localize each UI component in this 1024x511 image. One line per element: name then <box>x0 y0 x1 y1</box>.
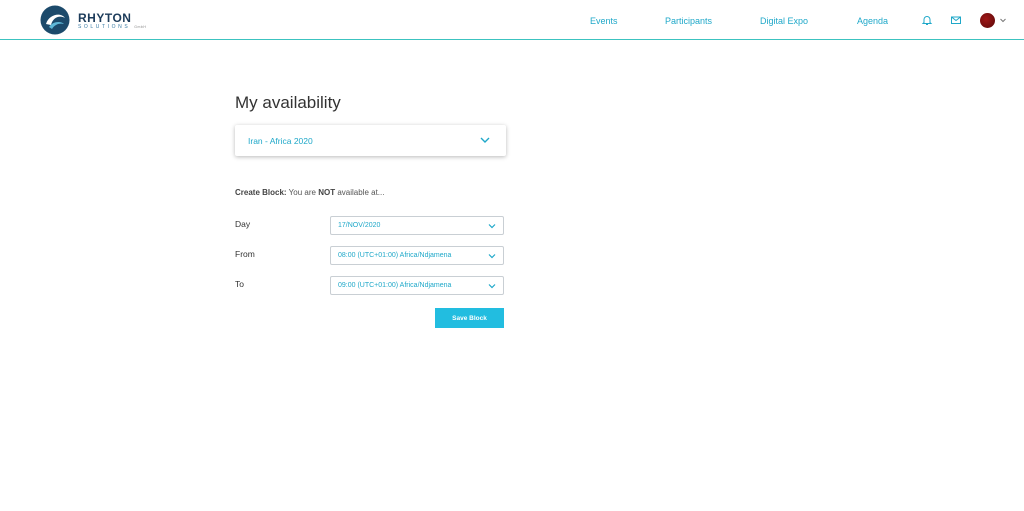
chevron-down-icon <box>488 224 496 229</box>
day-select-value: 17/NOV/2020 <box>338 222 381 229</box>
day-select[interactable]: 17/NOV/2020 <box>330 216 504 235</box>
save-block-button[interactable]: Save Block <box>435 308 504 328</box>
create-block-emphasis: NOT <box>318 188 336 197</box>
nav-agenda-link[interactable]: Agenda <box>857 16 888 26</box>
mail-icon[interactable] <box>950 14 962 26</box>
nav-participants-link[interactable]: Participants <box>665 16 712 26</box>
event-select-dropdown[interactable]: Iran - Africa 2020 <box>235 125 506 156</box>
brand-name: RHYTON <box>78 11 132 25</box>
chevron-down-icon[interactable] <box>999 16 1007 24</box>
brand-logo[interactable]: RHYTON SOLUTIONS GmbH <box>40 5 170 35</box>
create-block-text-before: You are <box>288 188 316 197</box>
from-label: From <box>235 249 255 259</box>
page-title: My availability <box>235 93 341 112</box>
event-select-value: Iran - Africa 2020 <box>248 136 313 146</box>
user-avatar[interactable] <box>980 13 995 28</box>
day-label: Day <box>235 219 251 229</box>
nav-events-link[interactable]: Events <box>590 16 618 26</box>
top-navigation-bar: RHYTON SOLUTIONS GmbH Events Participant… <box>0 0 1024 40</box>
to-time-select[interactable]: 09:00 (UTC+01:00) Africa/Ndjamena <box>330 276 504 295</box>
chevron-down-icon <box>488 254 496 259</box>
from-time-value: 08:00 (UTC+01:00) Africa/Ndjamena <box>338 252 452 259</box>
to-time-value: 09:00 (UTC+01:00) Africa/Ndjamena <box>338 282 452 289</box>
bell-icon[interactable] <box>921 14 933 26</box>
create-block-description: Create Block: You are NOT available at..… <box>235 188 384 197</box>
brand-subtitle: SOLUTIONS GmbH <box>78 24 147 30</box>
create-block-label: Create Block: <box>235 188 287 197</box>
brand-suffix: GmbH <box>134 25 147 29</box>
to-label: To <box>235 279 244 289</box>
logo-emblem-icon <box>40 5 70 35</box>
create-block-text-after: available at... <box>337 188 385 197</box>
nav-digital-expo-link[interactable]: Digital Expo <box>760 16 808 26</box>
chevron-down-icon <box>480 137 490 143</box>
chevron-down-icon <box>488 284 496 289</box>
from-time-select[interactable]: 08:00 (UTC+01:00) Africa/Ndjamena <box>330 246 504 265</box>
